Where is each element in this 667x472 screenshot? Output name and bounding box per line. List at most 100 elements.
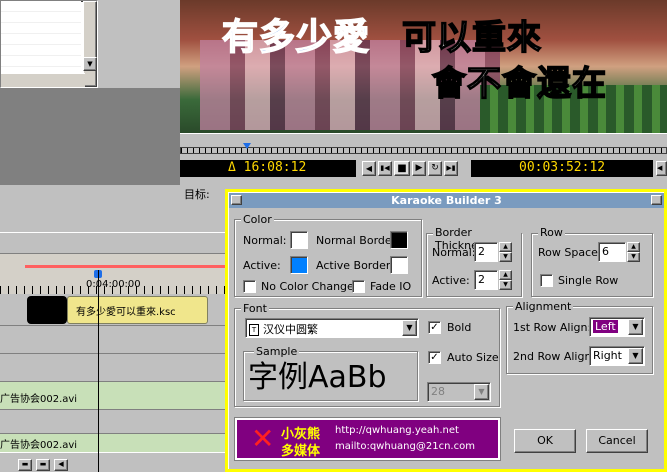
bold-checkbox[interactable]: ✓: [428, 321, 441, 334]
font-size-value: 28: [431, 385, 445, 398]
title-bar[interactable]: Karaoke Builder 3: [229, 193, 664, 208]
player-controls: Δ 16:08:12 ◀ ▮◀ ■ ▶ ↻ ▶▮ 00:03:52:12 ◀: [180, 133, 667, 185]
stop-button[interactable]: ■: [394, 161, 410, 176]
clip-avi-2-label: 广告协会002.avi: [0, 440, 78, 451]
scrub-bar[interactable]: [180, 147, 667, 154]
row1-align-label: 1st Row Align:: [513, 321, 592, 334]
border-active-down[interactable]: ▼: [499, 280, 512, 290]
fade-io-checkbox[interactable]: [352, 280, 365, 293]
alignment-group: Alignment 1st Row Align: Left ▼ 2nd Row …: [506, 300, 653, 374]
border-thickness-group: Border Thickness Normal: 2 ▲ ▼ Active: 2…: [426, 226, 522, 297]
playhead-line: [98, 270, 99, 472]
step-back-button[interactable]: ◀: [362, 161, 376, 176]
file-list-box[interactable]: ▼: [0, 0, 98, 88]
close-button[interactable]: [651, 195, 662, 205]
clip-avi-1[interactable]: 广告协会002.avi: [0, 382, 228, 410]
clip-avi-1-label: 广告协会002.avi: [0, 394, 78, 405]
delta-icon: Δ: [228, 160, 236, 175]
ok-button[interactable]: OK: [514, 429, 576, 453]
single-row-checkbox[interactable]: [540, 274, 553, 287]
font-name-value: 汉仪中圆繁: [263, 323, 318, 336]
zoom-in-button[interactable]: ▬: [36, 459, 50, 471]
clip-avi-2[interactable]: 广告协会002.avi: [0, 434, 228, 452]
font-group: Font T 汉仪中圆繁 ▼ ✓ Bold ✓ Auto Size 28 ▼ Sa…: [234, 302, 500, 407]
email-link[interactable]: mailto:qwhuang@21cn.com: [335, 441, 475, 452]
row2-align-select[interactable]: Right ▼: [589, 346, 645, 366]
ruler-time-label: 0:04:00:00: [86, 279, 141, 290]
scrub-marker-icon[interactable]: [243, 143, 251, 149]
list-hscroll[interactable]: [1, 73, 85, 87]
no-color-change-checkbox[interactable]: [243, 280, 256, 293]
row-space-down[interactable]: ▼: [627, 252, 640, 262]
row-group: Row Row Space: 6 ▲ ▼ Single Row: [531, 226, 653, 297]
work-area-bar[interactable]: [25, 265, 228, 268]
timeline-divider-1: [0, 232, 228, 254]
track-empty-2: [0, 354, 228, 382]
font-size-select[interactable]: 28 ▼: [427, 382, 491, 402]
homepage-link[interactable]: http://qwhuang.yeah.net: [335, 425, 459, 436]
border-active-label: Active:: [432, 274, 470, 287]
current-time: 16:08:12: [243, 160, 307, 175]
duration-display: 00:03:52:12: [471, 160, 653, 177]
clip-ksc-label: 有多少愛可以重來.ksc: [76, 307, 176, 318]
sample-text: 字例AaBb: [248, 360, 387, 395]
sample-group: Sample 字例AaBb: [243, 345, 418, 401]
color-group-label: Color: [241, 213, 274, 226]
lyric-line-1: 有多少愛: [221, 16, 371, 59]
row1-align-dropdown-arrow[interactable]: ▼: [628, 319, 643, 335]
active-color-swatch[interactable]: [290, 256, 308, 274]
font-file-icon: T: [249, 324, 259, 336]
clip-ksc[interactable]: 有多少愛可以重來.ksc: [67, 296, 208, 324]
track-empty-1: [0, 326, 228, 354]
loop-button[interactable]: ↻: [428, 161, 442, 176]
border-active-input[interactable]: 2: [474, 270, 498, 290]
target-label-2: 目标:: [184, 188, 210, 201]
credits-panel: ✕ 小灰熊 多媒体 http://qwhuang.yeah.net mailto…: [235, 418, 500, 460]
lyric-line-3: 會不會還在: [431, 63, 607, 105]
font-dropdown-arrow[interactable]: ▼: [402, 320, 417, 336]
list-scrollbar[interactable]: [83, 1, 97, 87]
normal-color-swatch[interactable]: [290, 231, 308, 249]
fade-io-label: Fade IO: [370, 280, 412, 293]
normal-border-swatch[interactable]: [390, 231, 408, 249]
cancel-button[interactable]: Cancel: [586, 429, 648, 453]
border-normal-input[interactable]: 2: [474, 242, 498, 262]
clip-black[interactable]: [27, 296, 67, 324]
auto-size-label: Auto Size: [447, 351, 499, 364]
logo-x-icon: ✕: [251, 422, 275, 455]
dialog-body: Karaoke Builder 3 Color Normal: Normal B…: [228, 192, 664, 469]
rewind-button[interactable]: ▮◀: [378, 161, 392, 176]
normal-border-label: Normal Border:: [316, 234, 400, 247]
play-button[interactable]: ▶: [412, 161, 426, 176]
bold-label: Bold: [447, 321, 472, 334]
row-space-up[interactable]: ▲: [627, 242, 640, 252]
row1-align-select[interactable]: Left ▼: [589, 317, 645, 337]
active-border-label: Active Border:: [316, 259, 394, 272]
row1-align-value: Left: [592, 319, 619, 334]
lyric-line-2: 可以重來: [401, 17, 542, 59]
volume-button[interactable]: ◀: [656, 161, 667, 176]
video-preview: 有多少愛 可以重來 會不會還在: [180, 0, 667, 133]
duration-time: 00:03:52:12: [519, 160, 606, 175]
zoom-fit-button[interactable]: ◀: [54, 459, 68, 471]
forward-button[interactable]: ▶▮: [444, 161, 458, 176]
karaoke-dialog: Karaoke Builder 3 Color Normal: Normal B…: [225, 189, 667, 472]
row2-align-dropdown-arrow[interactable]: ▼: [628, 348, 643, 364]
font-size-dropdown-arrow[interactable]: ▼: [474, 384, 489, 400]
active-border-swatch[interactable]: [390, 256, 408, 274]
color-group: Color Normal: Normal Border: Active: Act…: [234, 213, 422, 297]
scroll-down-button[interactable]: ▼: [83, 57, 97, 71]
zoom-out-button[interactable]: ▬: [18, 459, 32, 471]
border-normal-up[interactable]: ▲: [499, 242, 512, 252]
border-active-up[interactable]: ▲: [499, 270, 512, 280]
timeline-ruler[interactable]: 0:04:00:00: [0, 254, 228, 294]
row-space-label: Row Space:: [538, 246, 602, 259]
font-group-label: Font: [241, 302, 269, 315]
timeline-footer: ▬ ▬ ◀: [0, 452, 228, 472]
auto-size-checkbox[interactable]: ✓: [428, 351, 441, 364]
border-normal-down[interactable]: ▼: [499, 252, 512, 262]
row2-align-value: Right: [593, 349, 622, 362]
row-space-input[interactable]: 6: [598, 242, 626, 262]
track-ksc: 有多少愛可以重來.ksc: [0, 294, 228, 326]
font-name-select[interactable]: T 汉仪中圆繁 ▼: [245, 318, 419, 338]
